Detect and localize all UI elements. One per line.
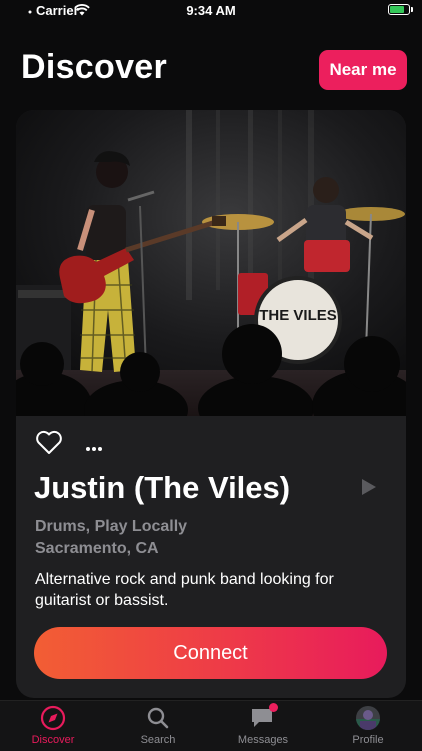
avatar: [355, 705, 381, 731]
heart-icon[interactable]: [34, 428, 64, 456]
search-icon: [145, 705, 171, 731]
tab-messages[interactable]: Messages: [221, 703, 305, 746]
message-icon: [250, 703, 278, 731]
drum-logo: THE VILES: [259, 307, 337, 324]
profile-location: Sacramento, CA: [35, 540, 159, 557]
compass-icon: [40, 705, 66, 731]
profile-card: THE VILES Justin (The Viles) Drums, Play…: [16, 110, 406, 698]
tab-discover[interactable]: Discover: [11, 705, 95, 746]
page-title: Discover: [21, 48, 168, 86]
connect-button[interactable]: Connect: [34, 627, 387, 679]
more-options-icon[interactable]: [86, 438, 106, 451]
tab-label: Discover: [31, 734, 75, 746]
play-icon[interactable]: [362, 479, 376, 495]
status-bar: Carrier 9:34 AM: [0, 0, 422, 22]
card-actions: [34, 428, 234, 458]
near-me-button[interactable]: Near me: [319, 50, 407, 90]
tab-profile[interactable]: Profile: [326, 705, 410, 746]
band-photo: THE VILES: [16, 110, 406, 416]
tab-label: Search: [140, 734, 176, 746]
battery-icon: [388, 4, 413, 15]
status-time: 9:34 AM: [186, 3, 236, 18]
tab-search[interactable]: Search: [116, 705, 200, 746]
profile-name: Justin (The Viles): [34, 470, 291, 505]
profile-description: Alternative rock and punk band looking f…: [35, 571, 334, 609]
profile-tags: Drums, Play Locally: [35, 518, 188, 535]
unread-badge: [269, 703, 278, 712]
tab-label: Profile: [352, 734, 384, 746]
tab-bar: Discover Search Messages Profile: [0, 700, 422, 751]
tab-label: Messages: [237, 734, 289, 746]
